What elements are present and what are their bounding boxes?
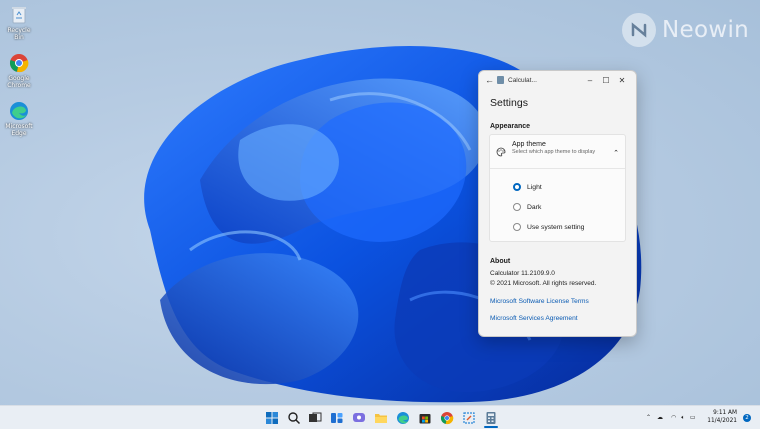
battery-icon[interactable]: ▭ (690, 414, 696, 421)
snipping-tool-icon[interactable] (462, 410, 476, 424)
back-arrow-icon[interactable]: ← (485, 75, 497, 85)
app-theme-expander[interactable]: App theme Select which app theme to disp… (490, 135, 625, 169)
minimize-button[interactable]: – (582, 76, 598, 85)
onedrive-icon[interactable]: ☁ (657, 414, 663, 421)
taskbar: ⌃ ☁ ◠ 🔈︎ ▭ 9:11 AM 11/4/2021 2 (0, 405, 760, 429)
system-tray: ⌃ ☁ ◠ 🔈︎ ▭ (646, 406, 696, 429)
radio-unselected-icon[interactable] (513, 223, 521, 231)
radio-selected-icon[interactable] (513, 183, 521, 191)
clock-date: 11/4/2021 (707, 418, 737, 424)
license-terms-link[interactable]: Microsoft Software License Terms (490, 298, 636, 305)
chat-icon[interactable] (352, 410, 366, 424)
clock[interactable]: 9:11 AM 11/4/2021 (707, 409, 737, 425)
desktop-icon-edge[interactable]: Microsoft Edge (4, 100, 34, 137)
chevron-up-icon[interactable]: ⌃ (646, 414, 651, 421)
store-icon[interactable] (418, 410, 432, 424)
about-heading: About (490, 258, 511, 265)
notification-badge[interactable]: 2 (743, 414, 751, 422)
task-view-icon[interactable] (308, 410, 322, 424)
calculator-app-icon (497, 76, 504, 84)
title-bar: ← Calculat... – ☐ ✕ (479, 71, 636, 89)
theme-options: Light Dark Use system setting (490, 169, 625, 241)
edge-icon (8, 100, 30, 122)
theme-option-light[interactable]: Light (513, 177, 625, 197)
desktop-icon-chrome[interactable]: Google Chrome (4, 52, 34, 89)
services-agreement-link[interactable]: Microsoft Services Agreement (490, 315, 636, 322)
theme-option-system[interactable]: Use system setting (513, 217, 625, 237)
version-text: Calculator 11.2109.9.0 (490, 270, 555, 277)
neowin-watermark: Neowin (622, 13, 749, 47)
widgets-icon[interactable] (330, 410, 344, 424)
theme-option-label: Light (527, 183, 542, 191)
file-explorer-icon[interactable] (374, 410, 388, 424)
close-button[interactable]: ✕ (614, 76, 630, 85)
wallpaper-bloom (144, 46, 642, 403)
chrome-icon[interactable] (440, 410, 454, 425)
copyright-text: © 2021 Microsoft. All rights reserved. (490, 280, 597, 287)
start-icon[interactable] (265, 410, 279, 424)
desktop-icon-label: Microsoft Edge (5, 123, 33, 137)
calculator-icon[interactable] (484, 410, 498, 424)
window-title: Calculat... (508, 76, 537, 84)
chrome-icon (8, 52, 30, 74)
app-theme-description: Select which app theme to display (512, 149, 596, 155)
app-theme-card: App theme Select which app theme to disp… (489, 134, 626, 242)
theme-option-dark[interactable]: Dark (513, 197, 625, 217)
desktop-icon-label: Google Chrome (7, 75, 31, 89)
calculator-window: ← Calculat... – ☐ ✕ Settings Appearance … (478, 70, 637, 337)
appearance-heading: Appearance (490, 123, 531, 130)
palette-icon (496, 144, 506, 162)
recycle-bin-icon (8, 4, 30, 26)
page-title: Settings (490, 97, 528, 109)
edge-icon[interactable] (396, 410, 410, 424)
app-theme-title: App theme (512, 141, 546, 148)
clock-time: 9:11 AM (713, 410, 737, 416)
neowin-logo-icon (622, 13, 656, 47)
wifi-icon[interactable]: ◠ (671, 414, 676, 421)
chevron-up-icon: ⌃ (613, 150, 619, 157)
desktop-icon-recycle-bin[interactable]: Recycle Bin (4, 4, 34, 41)
search-icon[interactable] (287, 410, 301, 425)
maximize-button[interactable]: ☐ (598, 76, 614, 85)
desktop-icon-label: Recycle Bin (7, 27, 31, 41)
theme-option-label: Dark (527, 203, 542, 211)
theme-option-label: Use system setting (527, 223, 585, 231)
volume-icon[interactable]: 🔈︎ (681, 414, 685, 422)
radio-unselected-icon[interactable] (513, 203, 521, 211)
watermark-text: Neowin (662, 17, 750, 43)
